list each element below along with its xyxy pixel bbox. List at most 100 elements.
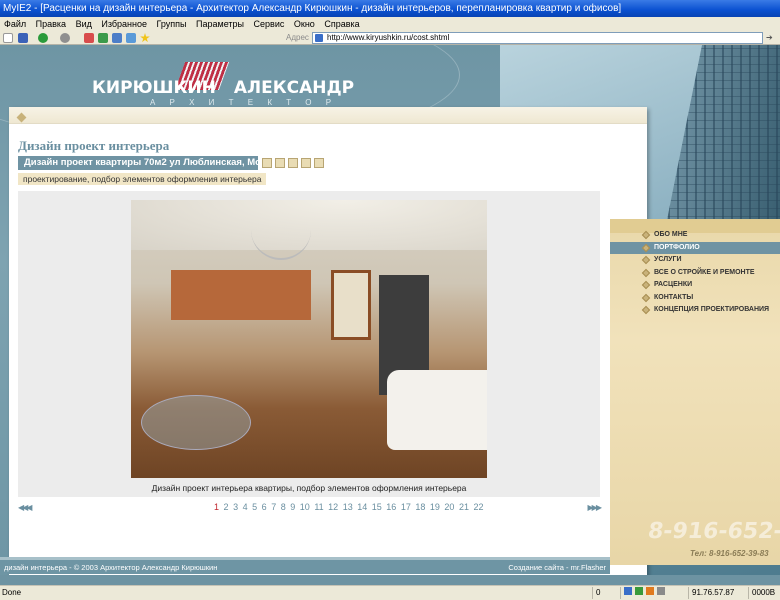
diamond-bullet-icon [641, 243, 651, 252]
menu-groups[interactable]: Группы [157, 19, 187, 29]
page-footer: дизайн интерьера - © 2003 Архитектор Але… [0, 557, 610, 574]
menu-favorites[interactable]: Избранное [101, 19, 147, 29]
go-arrow-icon[interactable]: ➔ [766, 34, 776, 42]
nav-item-portfolio[interactable]: ПОРТФОЛИО [610, 241, 780, 254]
page-link[interactable]: 10 [300, 502, 310, 512]
forward-icon[interactable] [60, 33, 70, 43]
nav-panel: ОБО МНЕ ПОРТФОЛИО УСЛУГИ ВСЕ О СТРОЙКЕ И… [610, 219, 780, 565]
page-numbers: 1 2 3 4 5 6 7 8 9 10 11 12 13 14 15 16 1… [214, 502, 486, 512]
footer-copyright: дизайн интерьера - © 2003 Архитектор Але… [4, 563, 218, 572]
page-link[interactable]: 13 [343, 502, 353, 512]
status-size: 0000B [748, 587, 775, 599]
info-icon[interactable] [314, 158, 324, 168]
page-link[interactable]: 16 [386, 502, 396, 512]
photo-chandelier [251, 200, 311, 260]
menu-edit[interactable]: Правка [36, 19, 66, 29]
view-icon[interactable] [275, 158, 285, 168]
nav-item-about[interactable]: ОБО МНЕ [610, 229, 780, 242]
page-link[interactable]: 4 [243, 502, 248, 512]
page-link[interactable]: 22 [473, 502, 483, 512]
status-ip: 91.76.57.87 [688, 587, 734, 599]
nav-item-prices[interactable]: РАСЦЕНКИ [610, 279, 780, 292]
page-icon [315, 34, 323, 42]
refresh-icon[interactable] [98, 33, 108, 43]
phone-watermark: 8-916-652-39-83 [646, 519, 780, 544]
address-bar[interactable]: http://www.kiryushkin.ru/cost.shtml [312, 32, 763, 44]
menu-window[interactable]: Окно [294, 19, 315, 29]
diamond-bullet-icon [641, 280, 651, 290]
back-icon[interactable] [38, 33, 48, 43]
card-header-strip [9, 107, 647, 124]
next-arrow-icon[interactable]: ▶▶▶ [588, 503, 603, 512]
home-icon[interactable] [112, 33, 122, 43]
phone-number: Тел: 8-916-652-39-83 [690, 549, 769, 558]
page-link[interactable]: 18 [415, 502, 425, 512]
menu-bar: Файл Правка Вид Избранное Группы Парамет… [0, 17, 780, 31]
page-title: Дизайн проект интерьера [18, 138, 170, 153]
photo-gallery: Дизайн проект интерьера квартиры, подбор… [18, 191, 600, 497]
pagination: ◀◀◀ 1 2 3 4 5 6 7 8 9 10 11 12 13 14 15 … [18, 501, 603, 515]
search-icon[interactable] [126, 33, 136, 43]
project-title: Дизайн проект квартиры 70м2 ул Люблинска… [18, 156, 258, 170]
content-card: Дизайн проект интерьера Дизайн проект кв… [9, 107, 647, 585]
address-url: http://www.kiryushkin.ru/cost.shtml [327, 33, 450, 42]
page-link[interactable]: 6 [262, 502, 267, 512]
photo-sofa [387, 370, 487, 450]
diamond-bullet-icon [641, 305, 651, 315]
page-link[interactable]: 17 [401, 502, 411, 512]
favorites-star-icon[interactable] [140, 33, 150, 43]
flash-icon [646, 587, 654, 595]
nav-item-label: КОНЦЕПЦИЯ ПРОЕКТИРОВАНИЯ [654, 306, 770, 313]
menu-tools[interactable]: Сервис [254, 19, 285, 29]
menu-view[interactable]: Вид [76, 19, 92, 29]
menu-options[interactable]: Параметры [196, 19, 244, 29]
page-link[interactable]: 20 [444, 502, 454, 512]
stop-icon[interactable] [84, 33, 94, 43]
nav-item-concept[interactable]: КОНЦЕПЦИЯ ПРОЕКТИРОВАНИЯ [610, 304, 780, 317]
page-link[interactable]: 11 [314, 502, 323, 512]
toolbar: Адрес http://www.kiryushkin.ru/cost.shtm… [0, 31, 780, 45]
web-page: КИРЮШКИН АЛЕКСАНДР А Р Х И Т Е К Т О Р Ди… [0, 45, 780, 585]
logo-name-first: КИРЮШКИН [92, 78, 216, 98]
menu-help[interactable]: Справка [324, 19, 359, 29]
photo-glass-table [141, 395, 251, 450]
page-link[interactable]: 19 [430, 502, 440, 512]
nav-item-contacts[interactable]: КОНТАКТЫ [610, 292, 780, 305]
page-link-current[interactable]: 1 [214, 502, 219, 512]
page-link[interactable]: 12 [328, 502, 338, 512]
status-count: 0 [592, 587, 600, 599]
diamond-bullet-icon [641, 255, 651, 265]
status-text: Done [2, 588, 22, 597]
page-link[interactable]: 3 [233, 502, 238, 512]
page-link[interactable]: 8 [281, 502, 286, 512]
previous-arrow-icon[interactable]: ◀◀◀ [18, 503, 33, 512]
menu-file[interactable]: Файл [4, 19, 26, 29]
print-icon[interactable] [288, 158, 298, 168]
page-link[interactable]: 15 [372, 502, 382, 512]
project-thumbnail-icons [262, 158, 327, 171]
nav-item-construction[interactable]: ВСЕ О СТРОЙКЕ И РЕМОНТЕ [610, 267, 780, 280]
nav-item-label: РАСЦЕНКИ [654, 281, 693, 288]
save-icon[interactable] [18, 33, 28, 43]
page-link[interactable]: 14 [357, 502, 367, 512]
footer-base-strip [0, 575, 780, 585]
page-link[interactable]: 9 [290, 502, 295, 512]
new-page-icon[interactable] [3, 33, 13, 43]
page-link[interactable]: 7 [271, 502, 276, 512]
page-link[interactable]: 2 [224, 502, 229, 512]
nav-menu: ОБО МНЕ ПОРТФОЛИО УСЛУГИ ВСЕ О СТРОЙКЕ И… [610, 229, 780, 317]
window-title-bar: MyIE2 - [Расценки на дизайн интерьера - … [0, 0, 780, 17]
popup-icon [635, 587, 643, 595]
interior-photo[interactable] [131, 200, 487, 478]
footer-credit-link[interactable]: Создание сайта - mr.Flasher [508, 563, 606, 572]
list-icon[interactable] [301, 158, 311, 168]
nav-item-services[interactable]: УСЛУГИ [610, 254, 780, 267]
diamond-icon [16, 112, 27, 123]
status-bar: Done 0 91.76.57.87 0000B [0, 585, 780, 600]
window-title: MyIE2 - [Расценки на дизайн интерьера - … [3, 3, 622, 14]
site-logo[interactable]: КИРЮШКИН АЛЕКСАНДР [92, 78, 354, 98]
page-link[interactable]: 5 [252, 502, 257, 512]
edit-icon[interactable] [262, 158, 272, 168]
page-link[interactable]: 21 [459, 502, 469, 512]
logo-name-second: АЛЕКСАНДР [233, 78, 355, 98]
